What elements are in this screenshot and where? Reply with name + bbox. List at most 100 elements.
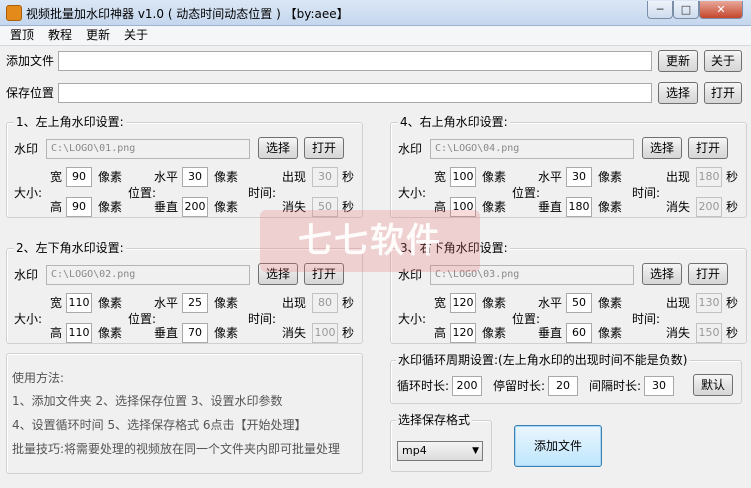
menu-item-pin[interactable]: 置顶 xyxy=(10,27,34,43)
close-button[interactable]: ✕ xyxy=(699,1,743,19)
bottom-right-width-input[interactable]: 120 xyxy=(450,293,476,313)
top-right-watermark-title: 4、右上角水印设置: xyxy=(398,115,510,129)
bottom-right-disappear-input[interactable]: 150 xyxy=(696,323,722,343)
bottom-right-open-button[interactable]: 打开 xyxy=(688,263,728,285)
chevron-down-icon: ▼ xyxy=(472,446,479,456)
bottom-right-select-button[interactable]: 选择 xyxy=(642,263,682,285)
app-icon xyxy=(6,5,22,21)
bottom-left-watermark-title: 2、左下角水印设置: xyxy=(14,241,126,255)
top-left-open-button[interactable]: 打开 xyxy=(304,137,344,159)
top-left-watermark-title: 1、左上角水印设置: xyxy=(14,115,126,129)
default-button[interactable]: 默认 xyxy=(693,374,733,396)
top-right-appear-input[interactable]: 180 xyxy=(696,167,722,187)
bottom-left-watermark-file-input[interactable]: C:\LOGO\02.png xyxy=(46,265,250,285)
bottom-left-disappear-unit: 秒 xyxy=(342,326,355,340)
menu-item-tutorial[interactable]: 教程 xyxy=(48,27,72,43)
top-left-height-input[interactable]: 90 xyxy=(66,197,92,217)
top-right-size-label: 大小: xyxy=(398,186,427,200)
menu-item-about[interactable]: 关于 xyxy=(124,27,148,43)
top-left-appear-unit: 秒 xyxy=(342,170,355,184)
top-left-appear-label: 出现 xyxy=(282,170,307,184)
bottom-left-width-label: 宽 xyxy=(50,296,63,310)
add-file-input[interactable] xyxy=(58,51,652,71)
bottom-right-horizontal-label: 水平 xyxy=(538,296,563,310)
top-left-height-unit: 像素 xyxy=(98,200,123,214)
top-right-appear-label: 出现 xyxy=(666,170,691,184)
interval-duration-input[interactable]: 30 xyxy=(644,376,674,396)
menu-item-update[interactable]: 更新 xyxy=(86,27,110,43)
top-right-width-input[interactable]: 100 xyxy=(450,167,476,187)
top-left-width-input[interactable]: 90 xyxy=(66,167,92,187)
top-right-horizontal-label: 水平 xyxy=(538,170,563,184)
bottom-left-horizontal-input[interactable]: 25 xyxy=(182,293,208,313)
top-right-appear-unit: 秒 xyxy=(726,170,739,184)
bottom-left-time-label: 时间: xyxy=(248,312,277,326)
maximize-button[interactable]: □ xyxy=(673,1,699,19)
top-left-horizontal-label: 水平 xyxy=(154,170,179,184)
cycle-title: 水印循环周期设置:(左上角水印的出现时间不能是负数) xyxy=(396,353,690,367)
top-right-position-label: 位置: xyxy=(512,186,541,200)
top-left-select-button[interactable]: 选择 xyxy=(258,137,298,159)
bottom-right-height-unit: 像素 xyxy=(482,326,507,340)
top-right-horizontal-input[interactable]: 30 xyxy=(566,167,592,187)
bottom-right-horizontal-unit: 像素 xyxy=(598,296,623,310)
bottom-right-size-label: 大小: xyxy=(398,312,427,326)
bottom-left-width-unit: 像素 xyxy=(98,296,123,310)
top-right-horizontal-unit: 像素 xyxy=(598,170,623,184)
top-right-vertical-label: 垂直 xyxy=(538,200,563,214)
bottom-right-vertical-unit: 像素 xyxy=(598,326,623,340)
bottom-right-height-label: 高 xyxy=(434,326,447,340)
bottom-right-width-unit: 像素 xyxy=(482,296,507,310)
bottom-right-vertical-input[interactable]: 60 xyxy=(566,323,592,343)
top-right-time-label: 时间: xyxy=(632,186,661,200)
top-left-horizontal-input[interactable]: 30 xyxy=(182,167,208,187)
about-button[interactable]: 关于 xyxy=(704,50,742,72)
start-process-button[interactable]: 添加文件 xyxy=(514,425,602,467)
window-title: 视频批量加水印神器 v1.0 ( 动态时间动态位置 ) 【by:aee】 xyxy=(26,7,349,21)
save-open-button[interactable]: 打开 xyxy=(704,82,742,104)
save-select-button[interactable]: 选择 xyxy=(658,82,698,104)
bottom-right-horizontal-input[interactable]: 50 xyxy=(566,293,592,313)
top-right-open-button[interactable]: 打开 xyxy=(688,137,728,159)
save-location-input[interactable] xyxy=(58,83,652,103)
top-left-position-label: 位置: xyxy=(128,186,157,200)
minimize-button[interactable]: ─ xyxy=(647,1,673,19)
bottom-left-height-input[interactable]: 110 xyxy=(66,323,92,343)
bottom-left-appear-input[interactable]: 80 xyxy=(312,293,338,313)
top-left-watermark-label: 水印 xyxy=(14,142,39,156)
loop-duration-input[interactable]: 200 xyxy=(452,376,482,396)
top-left-watermark-file-input[interactable]: C:\LOGO\01.png xyxy=(46,139,250,159)
save-location-label: 保存位置 xyxy=(6,86,55,100)
top-right-disappear-label: 消失 xyxy=(666,200,691,214)
bottom-left-vertical-input[interactable]: 70 xyxy=(182,323,208,343)
top-left-width-unit: 像素 xyxy=(98,170,123,184)
top-right-vertical-unit: 像素 xyxy=(598,200,623,214)
usage-line-2: 4、设置循环时间 5、选择保存格式 6点击【开始处理】 xyxy=(12,418,307,432)
update-button[interactable]: 更新 xyxy=(658,50,698,72)
bottom-left-disappear-label: 消失 xyxy=(282,326,307,340)
top-left-vertical-label: 垂直 xyxy=(154,200,179,214)
top-left-appear-input[interactable]: 30 xyxy=(312,167,338,187)
bottom-left-disappear-input[interactable]: 100 xyxy=(312,323,338,343)
bottom-left-width-input[interactable]: 110 xyxy=(66,293,92,313)
bottom-right-time-label: 时间: xyxy=(632,312,661,326)
top-right-select-button[interactable]: 选择 xyxy=(642,137,682,159)
bottom-right-appear-label: 出现 xyxy=(666,296,691,310)
format-select[interactable]: mp4 ▼ xyxy=(397,441,483,461)
top-right-height-unit: 像素 xyxy=(482,200,507,214)
watermark-overlay: 七七软件 xyxy=(260,210,480,272)
bottom-right-height-input[interactable]: 120 xyxy=(450,323,476,343)
stay-duration-input[interactable]: 20 xyxy=(548,376,578,396)
top-left-vertical-input[interactable]: 200 xyxy=(182,197,208,217)
top-left-horizontal-unit: 像素 xyxy=(214,170,239,184)
top-right-vertical-input[interactable]: 180 xyxy=(566,197,592,217)
format-title: 选择保存格式 xyxy=(396,413,473,427)
bottom-left-size-label: 大小: xyxy=(14,312,43,326)
top-right-watermark-file-input[interactable]: C:\LOGO\04.png xyxy=(430,139,634,159)
top-right-disappear-input[interactable]: 200 xyxy=(696,197,722,217)
loop-duration-label: 循环时长: xyxy=(397,379,450,393)
bottom-right-appear-input[interactable]: 130 xyxy=(696,293,722,313)
bottom-right-vertical-label: 垂直 xyxy=(538,326,563,340)
top-right-disappear-unit: 秒 xyxy=(726,200,739,214)
usage-tip: 批量技巧:将需要处理的视频放在同一个文件夹内即可批量处理 xyxy=(12,442,341,456)
